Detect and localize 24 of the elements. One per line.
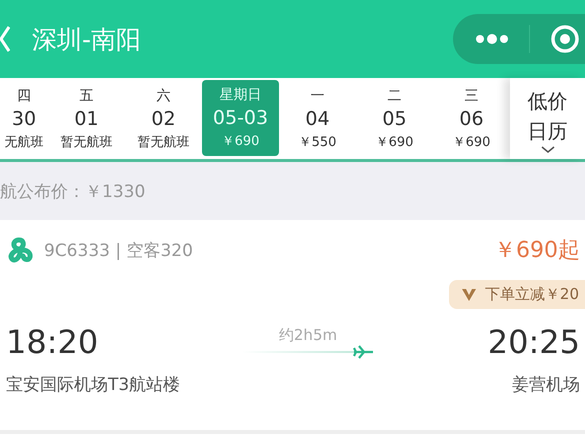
date-tab[interactable]: 六 02 暂无航班 (125, 78, 202, 159)
departure-airport: 宝安国际机场T3航站楼 (6, 374, 180, 396)
more-icon[interactable] (475, 34, 509, 44)
flight-price: ￥690起 (494, 237, 580, 265)
chevron-down-icon (540, 146, 554, 154)
v-icon (460, 288, 477, 302)
page-title: 深圳-南阳 (32, 24, 142, 56)
arrival-time: 20:25 (488, 323, 580, 361)
airline-logo-icon (6, 237, 34, 263)
flight-duration: 约2h5m (278, 326, 338, 344)
date-tab[interactable]: 一 04 ￥550 (279, 78, 356, 159)
date-tab[interactable]: 三 06 ￥690 (433, 78, 510, 159)
calendar-button[interactable]: 低价 日历 (510, 78, 585, 159)
official-price: 航公布价：￥1330 (0, 180, 146, 202)
date-tab[interactable]: 二 05 ￥690 (356, 78, 433, 159)
back-icon[interactable] (0, 26, 10, 52)
flight-number: 9C6333 | 空客320 (44, 240, 194, 262)
flight-card[interactable]: 9C6333 | 空客320 ￥690起 下单立减￥20 18:20 约2h5m 20:25 宝安国际机场T3航站楼 姜营机场 (0, 220, 585, 434)
date-tab[interactable]: 四 30 无航班 (0, 78, 48, 159)
discount-text: 下单立减￥20 (484, 285, 579, 304)
target-icon[interactable] (550, 24, 580, 54)
departure-time: 18:20 (6, 323, 98, 361)
date-tab[interactable]: 五 01 暂无航班 (48, 78, 125, 159)
arrival-airport: 姜营机场 (512, 374, 580, 396)
